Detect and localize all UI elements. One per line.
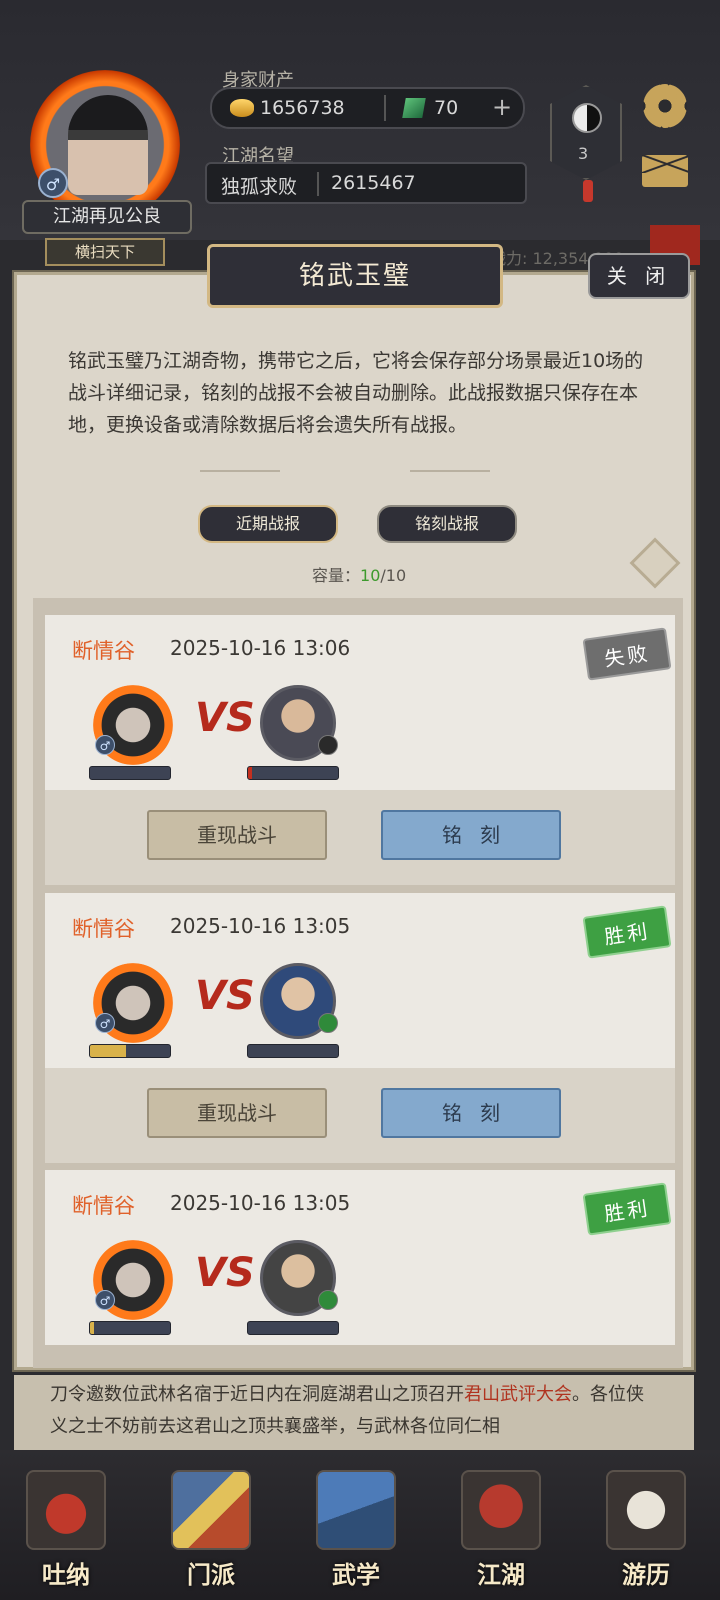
player-portrait <box>68 95 148 195</box>
report-time: 2025-10-16 13:05 <box>170 1191 351 1215</box>
nav-item-youli[interactable]: 游历 <box>600 1460 692 1590</box>
gender-male-icon: ♂ <box>95 735 115 755</box>
dialog-description: 铭武玉璧乃江湖奇物，携带它之后，它将会保存部分场景最近10场的战斗详细记录，铭刻… <box>68 350 644 436</box>
nav-label: 吐纳 <box>42 1561 90 1589</box>
result-stamp: 失败 <box>582 627 672 681</box>
gold-ingot-icon <box>230 99 254 117</box>
nav-label: 门派 <box>187 1561 235 1589</box>
horse-icon <box>606 1470 686 1550</box>
nav-label: 游历 <box>622 1561 670 1589</box>
player-hp-fill <box>90 1322 94 1334</box>
player-title: 横扫天下 <box>45 238 165 266</box>
gender-male-icon: ♂ <box>38 168 68 198</box>
ornament-divider <box>200 470 280 472</box>
player-hp-bar <box>89 1321 171 1335</box>
capacity-total: /10 <box>380 566 407 585</box>
fame-bar: 独孤求败 2615467 <box>205 162 527 204</box>
capacity-used: 10 <box>360 566 381 585</box>
divider <box>384 95 386 121</box>
result-stamp: 胜利 <box>582 1182 672 1236</box>
report-summary: 断情谷 2025-10-16 13:06 失败 ♂ VS <box>45 615 675 790</box>
vs-icon: VS <box>195 1250 255 1296</box>
enemy-rank-icon <box>318 1013 338 1033</box>
mail-icon[interactable] <box>642 155 688 187</box>
report-actions: 重现战斗 铭刻 <box>45 790 675 885</box>
fame-rank: 独孤求败 <box>221 176 298 198</box>
report-card: 断情谷 2025-10-16 13:06 失败 ♂ VS 重现战斗 铭刻 <box>45 615 675 885</box>
capacity: 容量：10/10 <box>312 562 406 586</box>
vs-icon: VS <box>195 695 255 741</box>
replay-battle-button[interactable]: 重现战斗 <box>147 1088 327 1138</box>
gender-male-icon: ♂ <box>95 1013 115 1033</box>
report-place: 断情谷 <box>72 639 135 663</box>
jade-icon <box>402 98 426 118</box>
close-button[interactable]: 关 闭 <box>588 253 690 299</box>
taiji-icon <box>572 103 602 133</box>
ornament-divider <box>410 470 490 472</box>
gourd-icon <box>26 1470 106 1550</box>
bamboo-hat-icon <box>461 1470 541 1550</box>
player-hp-fill <box>90 1045 126 1057</box>
report-summary: 断情谷 2025-10-16 13:05 胜利 ♂ VS <box>45 893 675 1068</box>
gender-male-icon: ♂ <box>95 1290 115 1310</box>
dialog-title: 铭武玉璧 <box>207 244 503 308</box>
tab-recent-reports[interactable]: 近期战报 <box>198 505 338 543</box>
sect-banner-icon <box>171 1470 251 1550</box>
announcement: 刀令邀数位武林名宿于近日内在洞庭湖君山之顶召开君山武评大会。各位侠义之士不妨前去… <box>14 1375 694 1455</box>
tab-engraved-reports[interactable]: 铭刻战报 <box>377 505 517 543</box>
nav-item-tuna[interactable]: 吐纳 <box>20 1460 112 1590</box>
player-hp-bar <box>89 766 171 780</box>
nav-item-jianghu[interactable]: 江湖 <box>455 1460 547 1590</box>
engrave-button[interactable]: 铭刻 <box>381 810 561 860</box>
report-summary: 断情谷 2025-10-16 13:05 胜利 ♂ VS <box>45 1170 675 1345</box>
nav-label: 江湖 <box>477 1561 525 1589</box>
taiji-level: 3 <box>578 144 589 163</box>
replay-battle-button[interactable]: 重现战斗 <box>147 810 327 860</box>
report-time: 2025-10-16 13:05 <box>170 914 351 938</box>
add-currency-button[interactable]: + <box>492 93 512 121</box>
enemy-hp-bar <box>247 766 339 780</box>
engrave-button[interactable]: 铭刻 <box>381 1088 561 1138</box>
enemy-rank-icon <box>318 1290 338 1310</box>
report-time: 2025-10-16 13:06 <box>170 636 351 660</box>
announcement-text: 刀令邀数位武林名宿于近日内在洞庭湖君山之顶召开 <box>50 1384 464 1405</box>
enemy-rank-icon <box>318 735 338 755</box>
report-card: 断情谷 2025-10-16 13:05 胜利 ♂ VS <box>45 1170 675 1345</box>
scroll-book-icon <box>316 1470 396 1550</box>
report-place: 断情谷 <box>72 917 135 941</box>
capacity-label: 容量： <box>312 566 361 585</box>
nav-item-menpai[interactable]: 门派 <box>165 1460 257 1590</box>
player-hp-bar <box>89 1044 171 1058</box>
enemy-hp-fill <box>248 767 252 779</box>
gold-amount: 1656738 <box>260 97 345 119</box>
enemy-hp-bar <box>247 1321 339 1335</box>
player-name: 江湖再见公良 <box>22 200 192 234</box>
jade-amount: 70 <box>434 97 459 119</box>
tassel-icon <box>583 180 593 202</box>
report-actions: 重现战斗 铭刻 <box>45 1068 675 1163</box>
divider <box>317 172 319 196</box>
announcement-highlight[interactable]: 君山武评大会 <box>464 1384 572 1405</box>
result-stamp: 胜利 <box>582 905 672 959</box>
nav-item-wuxue[interactable]: 武学 <box>310 1460 402 1590</box>
gear-icon[interactable] <box>643 84 687 128</box>
nav-label: 武学 <box>332 1561 380 1589</box>
fame-value: 2615467 <box>331 172 416 194</box>
report-card: 断情谷 2025-10-16 13:05 胜利 ♂ VS 重现战斗 铭刻 <box>45 893 675 1163</box>
enemy-hp-bar <box>247 1044 339 1058</box>
wealth-bar: 1656738 70 + <box>210 87 525 129</box>
vs-icon: VS <box>195 973 255 1019</box>
report-place: 断情谷 <box>72 1194 135 1218</box>
